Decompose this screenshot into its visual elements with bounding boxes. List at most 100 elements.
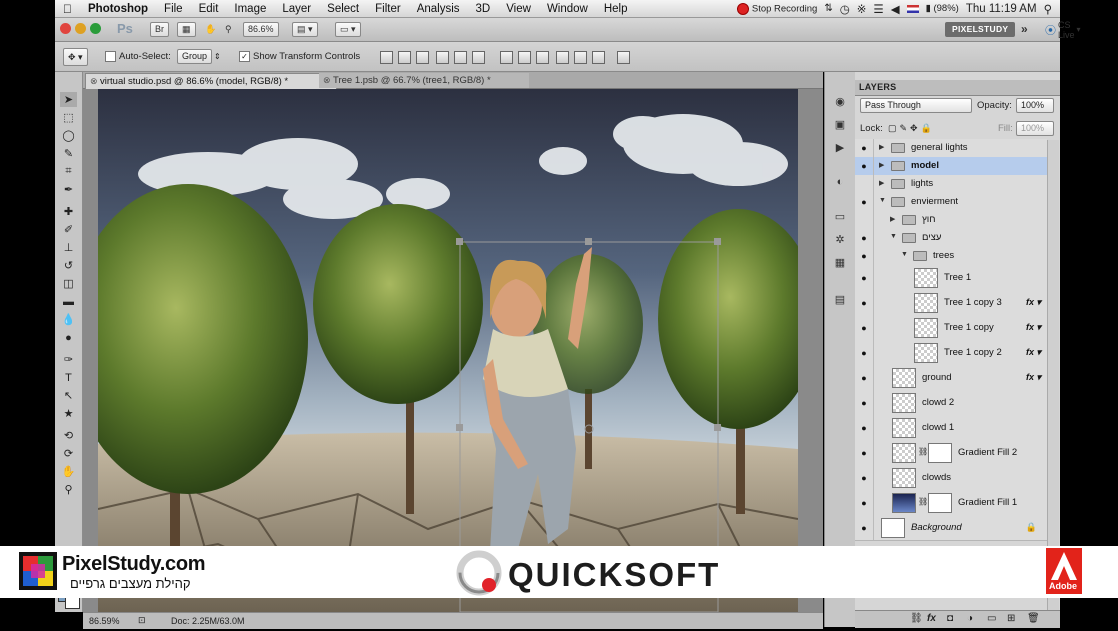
masks-panel-icon[interactable]: ▭: [832, 209, 848, 223]
layer-row[interactable]: ▶ lights: [855, 175, 1047, 194]
visibility-toggle[interactable]: ●: [855, 193, 874, 211]
fill-input[interactable]: 100%: [1016, 121, 1054, 136]
bridge-icon[interactable]: Br: [150, 22, 169, 37]
battery-status[interactable]: ▮ (98%): [926, 3, 959, 14]
arrange-documents-button[interactable]: ▤ ▾: [292, 22, 318, 37]
dodge-tool-icon[interactable]: ●: [60, 330, 77, 345]
eye-icon[interactable]: ●: [858, 299, 870, 308]
layer-row[interactable]: ● ▶ general lights: [855, 139, 1047, 158]
eye-icon[interactable]: ●: [858, 424, 870, 433]
brush-tool-icon[interactable]: ✐: [60, 222, 77, 237]
link-layers-icon[interactable]: ⛓: [910, 613, 923, 624]
layer-name[interactable]: clowd 1: [922, 422, 954, 433]
zoom-level-select[interactable]: 86.6%: [243, 22, 279, 37]
distribute-vcenter-icon[interactable]: [518, 51, 531, 64]
auto-select-mode-select[interactable]: Group ⇕: [177, 49, 221, 64]
expand-triangle-icon[interactable]: ▶: [879, 143, 884, 151]
visibility-toggle[interactable]: ●: [855, 390, 874, 415]
3d-rotate-tool-icon[interactable]: ⟲: [60, 428, 77, 443]
layer-name[interactable]: Background: [911, 522, 962, 533]
menu-window[interactable]: Window: [539, 3, 596, 15]
zoom-tool-icon-2[interactable]: ⚲: [60, 482, 77, 497]
visibility-toggle[interactable]: ●: [855, 490, 874, 515]
tab-tree-1[interactable]: ⊗ Tree 1.psb @ 66.7% (tree1, RGB/8) *: [319, 73, 529, 88]
visibility-toggle[interactable]: ●: [855, 229, 874, 247]
wifi-icon[interactable]: ☰: [873, 2, 883, 16]
layer-row[interactable]: ● ▼ envierment: [855, 193, 1047, 212]
visibility-toggle[interactable]: ●: [855, 365, 874, 390]
layer-name[interactable]: clowd 2: [922, 397, 954, 408]
visibility-toggle[interactable]: ●: [855, 340, 874, 365]
mask-link-icon[interactable]: ⛓: [918, 447, 928, 456]
eye-icon[interactable]: ●: [858, 144, 870, 153]
healing-brush-tool-icon[interactable]: ✚: [60, 204, 77, 219]
align-right-icon[interactable]: [472, 51, 485, 64]
collapse-triangle-icon[interactable]: ▼: [901, 251, 908, 258]
status-doc-size[interactable]: Doc: 2.25M/63.0M: [171, 616, 245, 626]
layer-row[interactable]: ● ▼ עצים: [855, 229, 1047, 248]
visibility-toggle[interactable]: ●: [855, 247, 874, 265]
menu-edit[interactable]: Edit: [191, 3, 227, 15]
cs-live-button[interactable]: ⦿ CS Live ▾: [1045, 20, 1081, 40]
layers-panel-title[interactable]: LAYERS: [859, 82, 896, 92]
eye-icon[interactable]: ●: [858, 324, 870, 333]
swatches-panel-icon[interactable]: ▦: [832, 255, 848, 269]
layer-name[interactable]: חוץ: [922, 214, 936, 225]
menu-file[interactable]: File: [156, 3, 191, 15]
expand-triangle-icon[interactable]: ▶: [890, 215, 895, 223]
eye-icon[interactable]: ●: [858, 374, 870, 383]
type-tool-icon[interactable]: T: [60, 370, 77, 385]
align-bottom-icon[interactable]: [416, 51, 429, 64]
visibility-toggle[interactable]: ●: [855, 290, 874, 315]
screen-mode-button[interactable]: ▭ ▾: [335, 22, 361, 37]
status-zoom[interactable]: 86.59%: [89, 616, 120, 626]
eye-icon[interactable]: ●: [858, 252, 870, 261]
styles-panel-icon[interactable]: ✲: [832, 232, 848, 246]
layers-scrollbar[interactable]: [1047, 140, 1059, 610]
layer-name[interactable]: עצים: [922, 232, 941, 243]
eye-icon[interactable]: ●: [858, 162, 870, 171]
visibility-toggle[interactable]: ●: [855, 139, 874, 157]
expand-triangle-icon[interactable]: ▶: [879, 179, 884, 187]
lasso-tool-icon[interactable]: ◯: [60, 128, 77, 143]
layer-name[interactable]: ground: [922, 372, 952, 383]
document-canvas-image[interactable]: [98, 89, 798, 612]
visibility-toggle[interactable]: [855, 175, 874, 193]
navigator-panel-icon[interactable]: ◉: [832, 94, 848, 108]
zoom-tool-icon[interactable]: ⚲: [225, 22, 232, 37]
layer-name[interactable]: Tree 1: [944, 272, 971, 283]
layer-row[interactable]: ● clowds: [855, 465, 1047, 491]
layer-name[interactable]: lights: [911, 178, 933, 189]
layer-row[interactable]: ● Tree 1 copy 3 fx ▾: [855, 290, 1047, 316]
auto-align-icon[interactable]: [617, 51, 630, 64]
minimize-window-button[interactable]: [75, 23, 86, 34]
layer-name[interactable]: Tree 1 copy 3: [944, 297, 1002, 308]
layer-name[interactable]: Tree 1 copy: [944, 322, 994, 333]
shape-tool-icon[interactable]: ★: [60, 406, 77, 421]
eye-icon[interactable]: ●: [858, 198, 870, 207]
workspace-pixelstudy-button[interactable]: PIXELSTUDY: [945, 22, 1016, 37]
crop-tool-icon[interactable]: ⌗: [60, 164, 77, 179]
layer-name[interactable]: Gradient Fill 1: [958, 497, 1017, 508]
visibility-toggle[interactable]: ●: [855, 265, 874, 290]
mask-link-icon[interactable]: ⛓: [918, 497, 928, 506]
menu-view[interactable]: View: [498, 3, 539, 15]
clone-stamp-tool-icon[interactable]: ⊥: [60, 240, 77, 255]
layer-row[interactable]: ● ⛓ Gradient Fill 2: [855, 440, 1047, 466]
pen-tool-icon[interactable]: ✑: [60, 352, 77, 367]
path-select-tool-icon[interactable]: ↖: [60, 388, 77, 403]
layer-effects-icon[interactable]: fx ▾: [1026, 322, 1041, 333]
layer-row[interactable]: ● Tree 1: [855, 265, 1047, 291]
time-machine-icon[interactable]: ◷: [840, 2, 850, 16]
hand-tool-icon[interactable]: ✋: [60, 464, 77, 479]
layer-name[interactable]: clowds: [922, 472, 951, 483]
opacity-input[interactable]: 100%: [1016, 98, 1054, 113]
bluetooth-icon[interactable]: ※: [857, 2, 867, 16]
align-vcenter-icon[interactable]: [398, 51, 411, 64]
3d-orbit-tool-icon[interactable]: ⟳: [60, 446, 77, 461]
history-brush-tool-icon[interactable]: ↺: [60, 258, 77, 273]
clock[interactable]: Thu 11:19 AM: [966, 3, 1037, 15]
eye-icon[interactable]: ●: [858, 499, 870, 508]
distribute-right-icon[interactable]: [592, 51, 605, 64]
minibridge-icon[interactable]: ▦: [177, 22, 196, 37]
